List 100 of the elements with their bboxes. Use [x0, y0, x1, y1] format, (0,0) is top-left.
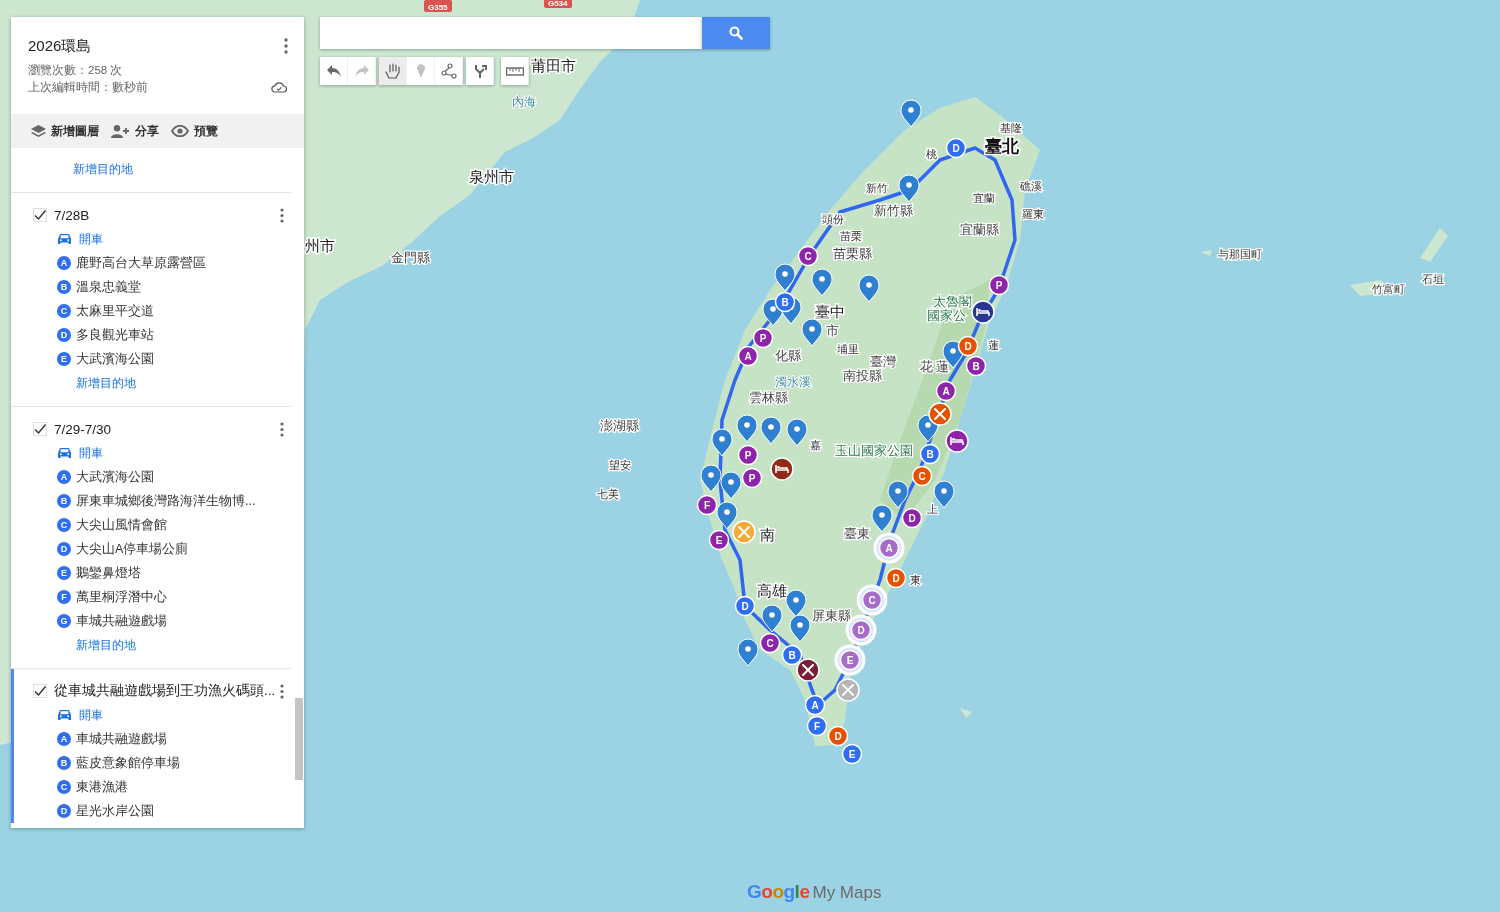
stop-marker[interactable]: B — [965, 355, 987, 377]
more-options-icon[interactable] — [280, 683, 284, 699]
stop-name[interactable]: 溫泉忠義堂 — [76, 278, 141, 296]
map-pin-icon[interactable] — [761, 604, 783, 633]
map-pin-icon[interactable] — [720, 471, 742, 500]
search-button[interactable] — [702, 17, 770, 49]
stop-marker[interactable]: A — [935, 380, 957, 402]
ruler-tool-button[interactable] — [501, 57, 529, 85]
travel-mode-link[interactable]: 開車 — [79, 444, 103, 462]
layer-section[interactable]: 7/28B 開車 A 鹿野高台大草原露營區 B 溫泉忠義堂 C 太麻里平交道 D 多良觀光車站 E 大武濱海公園 新增目的地 — [11, 193, 304, 395]
layer-title[interactable]: 從車城共融遊戲場到王功漁火碼頭... — [54, 682, 280, 700]
layer-checkbox[interactable] — [33, 684, 47, 698]
stop-marker[interactable]: P — [737, 444, 759, 466]
stop-name[interactable]: 多良觀光車站 — [76, 326, 154, 344]
stop-marker[interactable]: D — [734, 595, 756, 617]
stop-marker[interactable]: P — [752, 327, 774, 349]
stop-name[interactable]: 藍皮意象館停車場 — [76, 754, 180, 772]
stop-marker[interactable]: D — [945, 137, 967, 159]
stop-marker[interactable]: A — [873, 532, 905, 564]
map-pin-icon[interactable] — [737, 638, 759, 667]
map-pin-icon[interactable] — [900, 99, 922, 128]
map-pin-icon[interactable] — [716, 501, 738, 530]
undo-tool-button[interactable] — [320, 57, 348, 85]
stop-marker[interactable]: F — [696, 494, 718, 516]
stop-name[interactable]: 大武濱海公園 — [76, 350, 154, 368]
stop-marker[interactable]: A — [737, 345, 759, 367]
stop-name[interactable]: 大尖山風情會館 — [76, 516, 167, 534]
directions-tool-button[interactable] — [466, 57, 494, 85]
map-pin-icon[interactable] — [774, 263, 796, 292]
map-title[interactable]: 2026環島 — [28, 36, 92, 56]
map-place-label: 花 蓮 — [920, 360, 950, 374]
stop-name[interactable]: 屏東車城鄉後灣路海洋生物博... — [76, 492, 256, 510]
stop-name[interactable]: 大武濱海公園 — [76, 468, 154, 486]
add-destination-link[interactable]: 新增目的地 — [76, 636, 136, 654]
stop-marker[interactable]: D — [901, 507, 923, 529]
bed-icon[interactable] — [971, 300, 995, 324]
more-options-icon[interactable] — [280, 207, 284, 223]
map-pin-icon[interactable] — [711, 428, 733, 457]
more-options-icon[interactable] — [284, 38, 288, 54]
stop-marker[interactable]: P — [741, 467, 763, 489]
line-tool-button[interactable] — [435, 57, 463, 85]
stop-name[interactable]: 大尖山A停車場公廁 — [76, 540, 189, 558]
stop-name[interactable]: 太麻里平交道 — [76, 302, 154, 320]
stop-name[interactable]: 萬里桐浮潛中心 — [76, 588, 167, 606]
map-pin-icon[interactable] — [871, 504, 893, 533]
map-pin-icon[interactable] — [801, 318, 823, 347]
bed-icon[interactable] — [945, 429, 969, 453]
add-destination-link[interactable]: 新增目的地 — [76, 374, 136, 392]
add-destination-link[interactable]: 新增目的地 — [73, 160, 133, 178]
action-button[interactable]: 新增圖層 — [31, 122, 99, 140]
more-options-icon[interactable] — [280, 421, 284, 437]
layer-title[interactable]: 7/29-7/30 — [54, 421, 280, 437]
map-pin-icon[interactable] — [785, 589, 807, 618]
stop-marker[interactable]: B — [919, 443, 941, 465]
stop-marker[interactable]: P — [988, 274, 1010, 296]
layer-checkbox[interactable] — [33, 422, 47, 436]
stop-name[interactable]: 星光水岸公園 — [76, 802, 154, 820]
stop-name[interactable]: 鹿野高台大草原露營區 — [76, 254, 206, 272]
bed-icon[interactable] — [770, 457, 794, 481]
stop-marker[interactable]: C — [797, 245, 819, 267]
hand-tool-button[interactable] — [379, 57, 407, 85]
stop-marker[interactable]: B — [774, 291, 796, 313]
search-icon — [729, 26, 743, 40]
stop-marker[interactable]: C — [856, 584, 888, 616]
map-pin-icon[interactable] — [789, 614, 811, 643]
action-button[interactable]: 預覽 — [171, 122, 218, 140]
stop-marker[interactable]: D — [885, 567, 907, 589]
layer-section[interactable]: 7/29-7/30 開車 A 大武濱海公園 B 屏東車城鄉後灣路海洋生物博... C 大尖山風情會館 D 大尖山A停車場公廁 E 鵝鑾鼻燈塔 F 萬里桐浮潛中心 G 車城共融遊戲場 新增目的地 — [11, 407, 304, 657]
stop-marker[interactable]: F — [806, 715, 828, 737]
map-place-label: 臺灣 — [870, 355, 896, 369]
stop-name[interactable]: 車城共融遊戲場 — [76, 612, 167, 630]
map-place-label: 高雄 — [757, 582, 787, 599]
travel-mode-link[interactable]: 開車 — [79, 706, 103, 724]
stop-marker[interactable]: E — [834, 644, 866, 676]
stop-marker[interactable]: B — [781, 644, 803, 666]
map-pin-icon[interactable] — [736, 414, 758, 443]
search-field[interactable] — [320, 17, 702, 49]
stop-marker[interactable]: C — [759, 632, 781, 654]
action-button[interactable]: 分享 — [111, 122, 159, 140]
stop-marker[interactable]: C — [911, 465, 933, 487]
map-pin-icon[interactable] — [760, 416, 782, 445]
map-pin-icon[interactable] — [700, 464, 722, 493]
stop-marker[interactable]: D — [827, 725, 849, 747]
map-place-label: 雲林縣 — [749, 391, 788, 405]
stop-name[interactable]: 鵝鑾鼻燈塔 — [76, 564, 141, 582]
stop-marker[interactable]: A — [804, 694, 826, 716]
stop-marker[interactable]: E — [708, 529, 730, 551]
map-pin-icon[interactable] — [858, 274, 880, 303]
stop-marker[interactable]: E — [841, 743, 863, 765]
layer-checkbox[interactable] — [33, 208, 47, 222]
map-pin-icon[interactable] — [887, 480, 909, 509]
map-pin-icon[interactable] — [898, 174, 920, 203]
stop-name[interactable]: 車城共融遊戲場 — [76, 730, 167, 748]
stop-name[interactable]: 東港漁港 — [76, 778, 128, 796]
scrollbar-thumb[interactable] — [295, 698, 303, 780]
travel-mode-link[interactable]: 開車 — [79, 230, 103, 248]
map-pin-icon[interactable] — [786, 418, 808, 447]
stop-marker[interactable]: D — [957, 335, 979, 357]
map-pin-icon[interactable] — [811, 268, 833, 297]
layer-title[interactable]: 7/28B — [54, 207, 280, 223]
